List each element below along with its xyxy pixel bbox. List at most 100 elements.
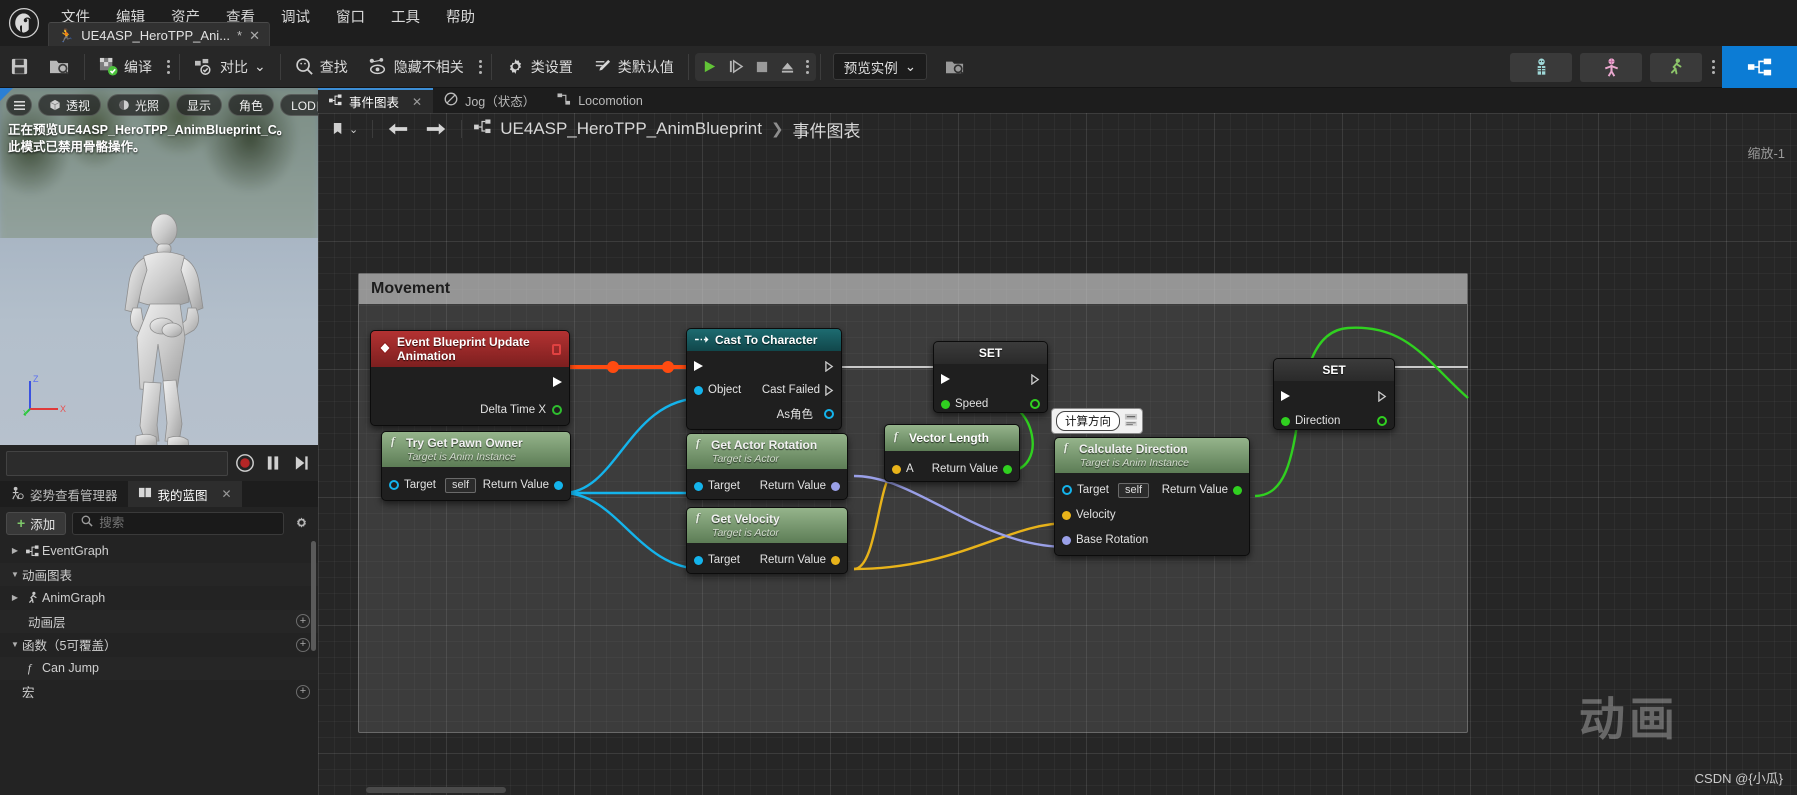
pin-row-exec[interactable] <box>1274 386 1394 406</box>
pin-row-target[interactable]: Target Return Value <box>687 550 847 570</box>
modes-kebab[interactable] <box>1707 60 1720 74</box>
preview-viewport[interactable]: 透视 光照 显示 角色 LOD自动 正在预览UE4ASP_HeroTPP_Ani… <box>0 88 318 445</box>
float-input-pin-speed[interactable] <box>941 399 950 409</box>
navigate-back-button[interactable] <box>381 117 415 141</box>
step-forward-button[interactable] <box>290 451 312 475</box>
pin-row-object[interactable]: Object Cast Failed <box>687 380 841 400</box>
timeline-track[interactable] <box>6 450 228 476</box>
preview-browse-button[interactable] <box>935 46 975 88</box>
play-options-kebab[interactable] <box>801 59 814 74</box>
pin-row-target[interactable]: Target self Return Value <box>382 475 570 495</box>
pin-row-target[interactable]: Target self Return Value <box>1055 480 1249 500</box>
vector-input-pin-a[interactable] <box>892 464 901 474</box>
play-button[interactable] <box>697 54 723 80</box>
viewport-character-button[interactable]: 角色 <box>228 94 275 116</box>
compile-button[interactable]: 编译 <box>89 46 162 88</box>
search-input[interactable] <box>99 516 275 530</box>
float-output-pin-direction[interactable] <box>1377 416 1387 426</box>
pin-row-exec-out[interactable] <box>371 372 569 392</box>
eject-button[interactable] <box>775 54 801 80</box>
stop-button[interactable] <box>749 54 775 80</box>
tree-item-animgraph[interactable]: ▶ AnimGraph <box>0 586 318 610</box>
node-try-get-pawn-owner[interactable]: f Try Get Pawn Owner Target is Anim Inst… <box>381 431 571 501</box>
float-output-pin[interactable] <box>1003 464 1012 474</box>
float-input-pin-direction[interactable] <box>1281 416 1290 426</box>
viewport-perspective-button[interactable]: 透视 <box>38 94 102 116</box>
animation-button[interactable] <box>1650 52 1702 82</box>
breadcrumb-root[interactable]: UE4ASP_HeroTPP_AnimBlueprint <box>500 119 762 139</box>
target-input-pin[interactable] <box>694 481 703 491</box>
exec-input-pin[interactable] <box>694 361 703 371</box>
exec-input-pin[interactable] <box>1281 391 1290 401</box>
target-input-pin[interactable] <box>694 555 703 565</box>
class-defaults-button[interactable]: 类默认值 <box>583 46 684 88</box>
compile-options-kebab[interactable] <box>162 59 175 74</box>
diff-chevron-down-icon[interactable]: ⌄ <box>254 58 266 75</box>
node-calculate-direction[interactable]: f Calculate Direction Target is Anim Ins… <box>1054 437 1250 556</box>
preview-instance-dropdown[interactable]: 预览实例 ⌄ <box>832 53 928 80</box>
menu-debug[interactable]: 调试 <box>268 3 323 30</box>
pin-row-as-character[interactable]: As角色 <box>687 404 841 424</box>
add-function-button[interactable]: + <box>296 637 310 652</box>
node-get-velocity[interactable]: f Get Velocity Target is Actor Target Re… <box>686 507 848 574</box>
rotator-output-pin[interactable] <box>831 481 840 491</box>
navigate-forward-button[interactable] <box>419 117 453 141</box>
settings-gear-icon[interactable] <box>290 512 312 534</box>
skeleton-button[interactable] <box>1510 52 1572 82</box>
tab-event-graph[interactable]: 事件图表 ✕ <box>318 88 434 113</box>
tab-jog-state[interactable]: Jog（状态） <box>433 88 546 113</box>
tree-category-anim-layers[interactable]: 动画层 + <box>0 609 318 633</box>
collapse-arrow-icon[interactable]: ▼ <box>8 640 22 649</box>
exec-input-pin[interactable] <box>941 374 950 384</box>
target-self-value[interactable]: self <box>1117 482 1150 498</box>
tree-item-eventgraph[interactable]: ▶ EventGraph <box>0 539 318 563</box>
search-box[interactable] <box>72 511 284 535</box>
object-output-pin[interactable] <box>824 409 834 419</box>
skeletal-mesh-button[interactable] <box>1580 52 1642 82</box>
vector-input-pin-velocity[interactable] <box>1062 510 1071 520</box>
asset-tab[interactable]: 🏃 UE4ASP_HeroTPP_Ani... * ✕ <box>48 22 271 48</box>
collapse-arrow-icon[interactable]: ▼ <box>8 570 22 579</box>
animation-blueprint-mode-button[interactable] <box>1722 46 1797 88</box>
pin-row-velocity[interactable]: Velocity <box>1055 505 1249 525</box>
pin-row-target[interactable]: Target Return Value <box>687 476 847 496</box>
exec-output-pin[interactable] <box>1031 373 1040 385</box>
target-input-pin[interactable] <box>1062 485 1072 495</box>
vector-output-pin[interactable] <box>831 555 840 565</box>
viewport-show-button[interactable]: 显示 <box>176 94 223 116</box>
record-button[interactable] <box>234 451 256 475</box>
node-set-speed[interactable]: SET Speed <box>933 341 1048 413</box>
browse-content-button[interactable] <box>39 46 80 88</box>
menu-tools[interactable]: 工具 <box>378 3 433 30</box>
object-input-pin[interactable] <box>694 385 703 395</box>
exec-output-pin[interactable] <box>1378 390 1387 402</box>
graph-bookmark-button[interactable]: ⌄ <box>326 117 364 141</box>
canvas-horizontal-scrollbar[interactable] <box>366 787 506 793</box>
tab-my-blueprint-close-icon[interactable]: ✕ <box>222 487 232 501</box>
tab-event-graph-close-icon[interactable]: ✕ <box>412 95 422 109</box>
tab-pose-watch-manager[interactable]: 姿势查看管理器 <box>0 481 128 507</box>
tree-scrollbar[interactable] <box>311 541 316 651</box>
viewport-lighting-button[interactable]: 光照 <box>107 94 171 116</box>
exec-output-pin[interactable] <box>553 377 562 387</box>
tree-item-can-jump[interactable]: f Can Jump <box>0 656 318 680</box>
target-input-pin[interactable] <box>389 480 399 490</box>
add-anim-layer-button[interactable]: + <box>296 614 310 629</box>
tree-category-functions[interactable]: ▼ 函数（5可覆盖） + <box>0 633 318 657</box>
float-output-pin[interactable] <box>552 405 562 415</box>
add-macro-button[interactable]: + <box>296 684 310 699</box>
tree-category-macros[interactable]: 宏 + <box>0 680 318 704</box>
viewport-lod-button[interactable]: LOD自动 <box>280 94 318 116</box>
node-vector-length[interactable]: f Vector Length A Return Value <box>884 424 1020 482</box>
float-output-pin-speed[interactable] <box>1030 399 1040 409</box>
pin-row-exec[interactable] <box>687 356 841 376</box>
my-blueprint-tree[interactable]: ▶ EventGraph ▼ 动画图表 ▶ AnimGraph 动画层 + ▼ … <box>0 539 318 791</box>
menu-help[interactable]: 帮助 <box>433 3 488 30</box>
object-output-pin[interactable] <box>554 480 563 490</box>
save-button[interactable] <box>0 46 39 88</box>
rotator-input-pin-base-rotation[interactable] <box>1062 535 1071 545</box>
pin-row-direction[interactable]: Direction <box>1274 411 1394 429</box>
class-settings-button[interactable]: 类设置 <box>496 46 583 88</box>
pin-row-exec[interactable] <box>934 369 1047 389</box>
diff-button[interactable]: 对比 ⌄ <box>184 46 276 88</box>
